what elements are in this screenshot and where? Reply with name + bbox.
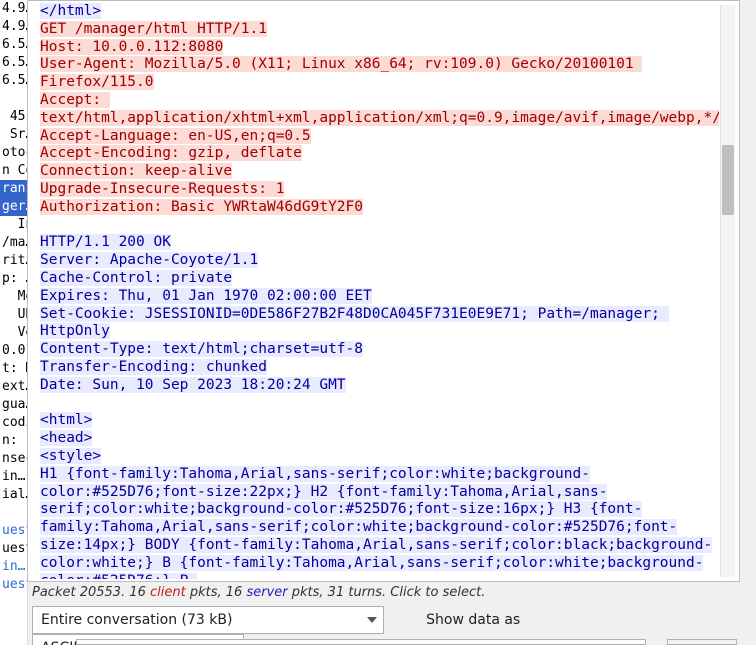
left-panel-row[interactable]: rans… bbox=[0, 180, 27, 198]
left-panel-row[interactable]: codi… bbox=[0, 414, 27, 432]
stream-scrollbar[interactable] bbox=[720, 5, 735, 577]
left-panel-row[interactable]: t: M… bbox=[0, 360, 27, 378]
left-panel-row[interactable]: UR… bbox=[0, 306, 27, 324]
left-panel-row[interactable]: otoc… bbox=[0, 144, 27, 162]
left-panel-row[interactable]: /ma… bbox=[0, 234, 27, 252]
stream-content[interactable]: </html> GET /manager/html HTTP/1.1 Host:… bbox=[40, 3, 719, 579]
left-panel-row[interactable]: Me… bbox=[0, 288, 27, 306]
left-panel-row[interactable]: rit… bbox=[0, 252, 27, 270]
client-segment: GET /manager/html HTTP/1.1 Host: 10.0.0.… bbox=[40, 21, 719, 215]
left-panel-row[interactable]: uest… bbox=[0, 540, 27, 558]
left-panel-row[interactable]: uest… bbox=[0, 522, 27, 540]
stream-frame: </html> GET /manager/html HTTP/1.1 Host:… bbox=[27, 0, 740, 582]
server-segment: </html> bbox=[40, 3, 101, 19]
left-panel-row[interactable]: Ve… bbox=[0, 324, 27, 342]
find-input[interactable] bbox=[76, 639, 646, 645]
left-panel-row[interactable]: n: k… bbox=[0, 432, 27, 450]
info-server-count: server bbox=[246, 585, 287, 600]
left-panel-row[interactable]: In… bbox=[0, 216, 27, 234]
conversation-dropdown-label: Entire conversation (73 kB) bbox=[41, 612, 232, 628]
info-suffix: pkts, 31 turns. Click to select. bbox=[288, 585, 486, 600]
left-panel-row[interactable]: 45 bbox=[0, 108, 27, 126]
show-as-label: Show data as bbox=[426, 612, 520, 628]
left-panel-row[interactable]: n Co… bbox=[0, 162, 27, 180]
left-panel[interactable]: 4.9…4.9…6.5…6.5…6.5… 45 Sr…otoc…n Co…ran… bbox=[0, 0, 28, 645]
left-panel-row[interactable]: 6.5… bbox=[0, 54, 27, 72]
info-client-count: client bbox=[150, 585, 186, 600]
stream-viewport: </html> GET /manager/html HTTP/1.1 Host:… bbox=[30, 3, 737, 579]
left-panel-row[interactable]: in… bbox=[0, 468, 27, 486]
left-panel-row[interactable]: ext… bbox=[0, 378, 27, 396]
find-next-button[interactable] bbox=[667, 639, 737, 645]
left-panel-row[interactable]: 6.5… bbox=[0, 36, 27, 54]
left-panel-row[interactable]: ial… bbox=[0, 486, 27, 504]
left-panel-row[interactable]: 4.9… bbox=[0, 0, 27, 18]
left-panel-row[interactable] bbox=[0, 504, 27, 522]
info-mid1: pkts, 16 bbox=[186, 585, 247, 600]
server-segment: HTTP/1.1 200 OK Server: Apache-Coyote/1.… bbox=[40, 234, 712, 579]
left-panel-row[interactable]: 6.5… bbox=[0, 72, 27, 90]
left-panel-row[interactable]: gua… bbox=[0, 396, 27, 414]
left-panel-row[interactable]: in… bbox=[0, 558, 27, 576]
left-panel-row[interactable]: p: … bbox=[0, 270, 27, 288]
conversation-dropdown[interactable]: Entire conversation (73 kB) bbox=[32, 606, 384, 634]
left-panel-row[interactable]: 4.9… bbox=[0, 18, 27, 36]
info-bar[interactable]: Packet 20553. 16 client pkts, 16 server … bbox=[32, 585, 737, 605]
find-row bbox=[32, 639, 737, 645]
left-panel-row[interactable]: Sr… bbox=[0, 126, 27, 144]
chevron-down-icon bbox=[367, 617, 377, 623]
scrollbar-thumb[interactable] bbox=[722, 145, 734, 215]
app-root: 4.9…4.9…6.5…6.5…6.5… 45 Sr…otoc…n Co…ran… bbox=[0, 0, 756, 645]
left-panel-row[interactable]: uest… bbox=[0, 576, 27, 594]
left-panel-row[interactable]: ger… bbox=[0, 198, 27, 216]
controls-row: Entire conversation (73 kB) Show data as… bbox=[32, 606, 737, 636]
left-panel-row[interactable]: nsec… bbox=[0, 450, 27, 468]
info-prefix: Packet 20553. 16 bbox=[32, 585, 150, 600]
left-panel-row[interactable] bbox=[0, 90, 27, 108]
left-panel-row[interactable]: 0.0.… bbox=[0, 342, 27, 360]
